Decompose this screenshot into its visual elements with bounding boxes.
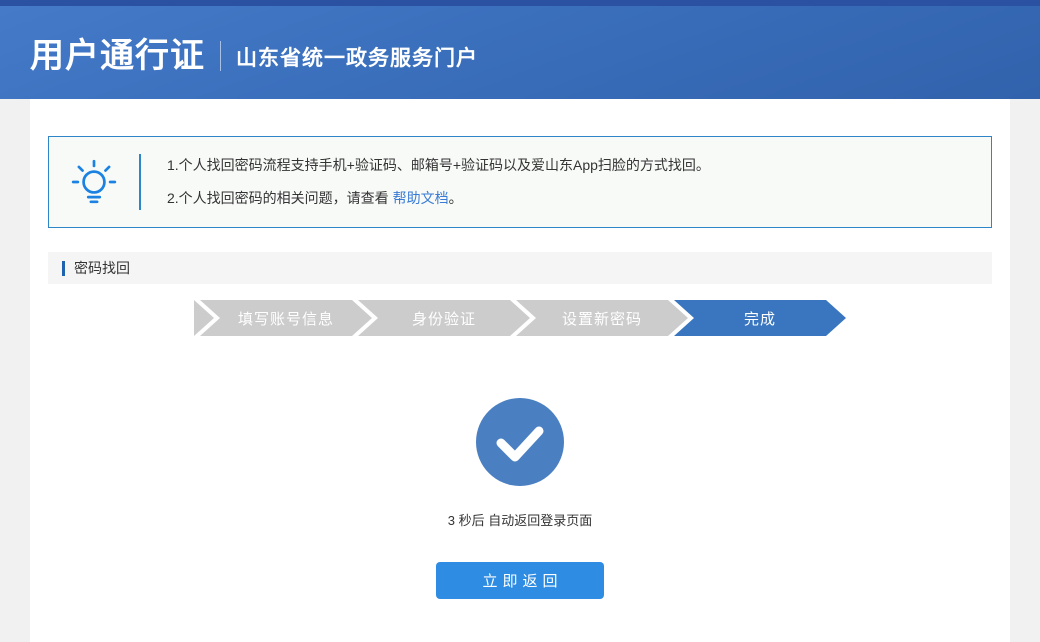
step-label: 填写账号信息 bbox=[238, 308, 334, 329]
step-fill-account-info: 填写账号信息 bbox=[200, 300, 372, 336]
section-accent-bar bbox=[62, 261, 65, 276]
return-now-button[interactable]: 立即返回 bbox=[436, 562, 604, 599]
progress-steps: 填写账号信息 身份验证 设置新密码 完成 bbox=[30, 300, 1010, 336]
notice-line1: 1.个人找回密码流程支持手机+验证码、邮箱号+验证码以及爱山东App扫脸的方式找… bbox=[167, 149, 710, 182]
step-label: 完成 bbox=[744, 308, 776, 329]
section-bar: 密码找回 bbox=[48, 252, 992, 284]
notice-line2: 2.个人找回密码的相关问题，请查看 帮助文档。 bbox=[167, 182, 710, 215]
page-title: 用户通行证 bbox=[30, 28, 205, 77]
title-divider bbox=[220, 41, 221, 71]
step-label: 身份验证 bbox=[412, 308, 476, 329]
portal-subtitle: 山东省统一政务服务门户 bbox=[236, 42, 478, 72]
step-label: 设置新密码 bbox=[562, 308, 642, 329]
notice-line2-prefix: 2.个人找回密码的相关问题，请查看 bbox=[167, 190, 393, 206]
lightbulb-icon bbox=[49, 157, 139, 207]
content-card: 1.个人找回密码流程支持手机+验证码、邮箱号+验证码以及爱山东App扫脸的方式找… bbox=[30, 99, 1010, 642]
checkmark-icon bbox=[476, 398, 564, 486]
success-status-badge bbox=[476, 398, 564, 486]
step-complete: 完成 bbox=[674, 300, 846, 336]
notice-line2-suffix: 。 bbox=[449, 190, 463, 206]
button-row: 立即返回 bbox=[30, 562, 1010, 599]
step-identity-verify: 身份验证 bbox=[358, 300, 530, 336]
section-title: 密码找回 bbox=[74, 258, 130, 278]
page: 用户通行证 山东省统一政务服务门户 1.个人找回密码流程 bbox=[0, 0, 1040, 642]
step-set-new-password: 设置新密码 bbox=[516, 300, 688, 336]
notice-text: 1.个人找回密码流程支持手机+验证码、邮箱号+验证码以及爱山东App扫脸的方式找… bbox=[141, 149, 710, 215]
header: 用户通行证 山东省统一政务服务门户 bbox=[0, 6, 1040, 99]
help-doc-link[interactable]: 帮助文档 bbox=[393, 190, 449, 206]
notice-box: 1.个人找回密码流程支持手机+验证码、邮箱号+验证码以及爱山东App扫脸的方式找… bbox=[48, 136, 992, 228]
countdown-text: 3 秒后 自动返回登录页面 bbox=[30, 510, 1010, 529]
